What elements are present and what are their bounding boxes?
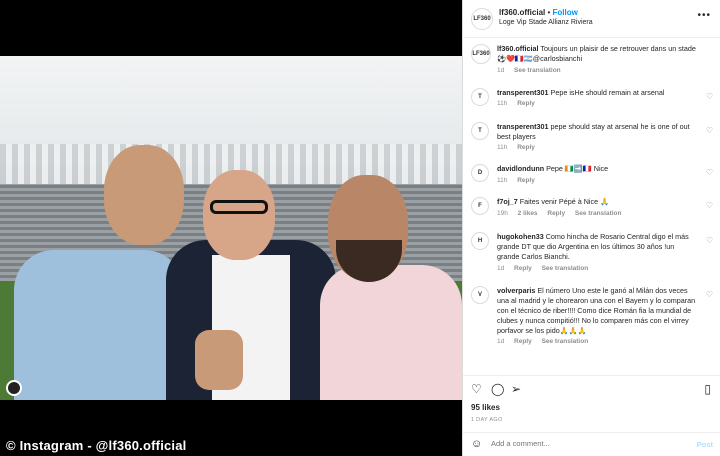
emoji-icon[interactable]: ☺	[471, 438, 482, 450]
comment-meta: 1d Reply See translation	[497, 338, 596, 345]
comment-avatar[interactable]: T	[471, 88, 489, 106]
comment-text-block: transperent301 pepe should stay at arsen…	[497, 122, 697, 142]
comment-like-icon[interactable]: ♡	[706, 168, 713, 177]
comment-text-block: f7oj_7 Faites venir Pépé à Nice 🙏	[497, 197, 697, 207]
save-icon[interactable]: ▯	[704, 382, 711, 396]
post-header: LF360 lf360.official • Follow Loge Vip S…	[463, 0, 720, 38]
author-username[interactable]: lf360.official	[499, 8, 545, 17]
comment-meta: 1d Reply See translation	[497, 265, 596, 272]
comment-username[interactable]: transperent301	[497, 88, 549, 97]
comment-meta: 11h Reply	[497, 177, 543, 184]
author-line: lf360.official • Follow	[499, 8, 578, 17]
comment-time: 11h	[497, 100, 508, 107]
photo-thumbs-up	[195, 330, 243, 390]
like-icon[interactable]: ♡	[471, 382, 482, 396]
comment-likes-count[interactable]: 2 likes	[518, 210, 538, 217]
caption-time: 1d	[497, 67, 505, 74]
comment-like-icon[interactable]: ♡	[706, 92, 713, 101]
photo-person-middle-head	[203, 170, 275, 260]
comment-reply-button[interactable]: Reply	[517, 177, 535, 184]
comment-see-translation[interactable]: See translation	[575, 210, 622, 217]
photo-person-left-head	[104, 145, 184, 245]
image-credit: © Instagram - @lf360.official	[6, 438, 187, 453]
post-date: 1 DAY AGO	[471, 417, 503, 423]
comment-text: Pepe isHe should remain at arsenal	[550, 88, 665, 97]
comment-username[interactable]: volverparis	[497, 286, 535, 295]
post-comment-button[interactable]: Post	[697, 440, 713, 449]
likes-count[interactable]: 95 likes	[471, 403, 500, 412]
comment-time: 11h	[497, 177, 508, 184]
post-side-panel: LF360 lf360.official • Follow Loge Vip S…	[462, 0, 720, 456]
add-comment-bar: ☺ Post	[463, 432, 720, 456]
author-avatar[interactable]: LF360	[471, 8, 493, 30]
comment-text-block: hugokohen33 Como hincha de Rosario Centr…	[497, 232, 697, 262]
comment-icon[interactable]: ◯	[491, 382, 504, 396]
comment-like-icon[interactable]: ♡	[706, 236, 713, 245]
separator-dot: •	[547, 8, 551, 17]
comment-reply-button[interactable]: Reply	[517, 100, 535, 107]
comment-text: Pepe 🇨🇮➡️🇫🇷 Nice	[546, 164, 609, 173]
comment-reply-button[interactable]: Reply	[514, 265, 532, 272]
follow-button[interactable]: Follow	[553, 8, 578, 17]
add-comment-input[interactable]	[491, 439, 661, 448]
share-icon[interactable]: ➢	[511, 382, 521, 396]
comment-meta: 19h 2 likes Reply See translation	[497, 210, 630, 217]
comment-time: 11h	[497, 144, 508, 151]
user-tag-icon[interactable]	[6, 380, 22, 396]
comment-username[interactable]: hugokohen33	[497, 232, 544, 241]
photo-glasses	[210, 200, 268, 214]
comment-avatar[interactable]: F	[471, 197, 489, 215]
comment-reply-button[interactable]: Reply	[517, 144, 535, 151]
photo-person-left-body	[14, 250, 184, 400]
post-actions-bar: ♡ ◯ ➢ ▯	[463, 375, 720, 401]
comment-reply-button[interactable]: Reply	[514, 338, 532, 345]
comment-meta: 11h Reply	[497, 144, 543, 151]
caption-avatar[interactable]: LF360	[471, 44, 491, 64]
comment-reply-button[interactable]: Reply	[547, 210, 565, 217]
comment-text: Faites venir Pépé à Nice 🙏	[519, 197, 610, 206]
location-link[interactable]: Loge Vip Stade Allianz Riviera	[499, 19, 593, 26]
comment-time: 1d	[497, 265, 505, 272]
comment-username[interactable]: transperent301	[497, 122, 549, 131]
comment-like-icon[interactable]: ♡	[706, 290, 713, 299]
comment-meta: 11h Reply	[497, 100, 543, 107]
comment-avatar[interactable]: T	[471, 122, 489, 140]
caption-see-translation[interactable]: See translation	[514, 67, 561, 74]
caption-username[interactable]: lf360.official	[497, 44, 539, 53]
photo-person-right-body	[320, 265, 462, 400]
comment-avatar[interactable]: V	[471, 286, 489, 304]
comment-see-translation[interactable]: See translation	[542, 265, 589, 272]
comment-avatar[interactable]: D	[471, 164, 489, 182]
comment-like-icon[interactable]: ♡	[706, 126, 713, 135]
comment-username[interactable]: davidlondunn	[497, 164, 544, 173]
comment-username[interactable]: f7oj_7	[497, 197, 518, 206]
comment-time: 1d	[497, 338, 505, 345]
more-options-icon[interactable]: •••	[697, 10, 711, 21]
caption-meta: 1d See translation	[497, 67, 569, 74]
comment-text-block: davidlondunn Pepe 🇨🇮➡️🇫🇷 Nice	[497, 164, 697, 174]
comment-text-block: transperent301 Pepe isHe should remain a…	[497, 88, 697, 98]
photo-pane: © Instagram - @lf360.official	[0, 0, 462, 456]
comment-see-translation[interactable]: See translation	[542, 338, 589, 345]
comment-time: 19h	[497, 210, 508, 217]
comment-avatar[interactable]: H	[471, 232, 489, 250]
caption-text-block: lf360.official Toujours un plaisir de se…	[497, 44, 697, 64]
comment-like-icon[interactable]: ♡	[706, 201, 713, 210]
comment-text-block: volverparis El número Uno este le ganó a…	[497, 286, 697, 336]
